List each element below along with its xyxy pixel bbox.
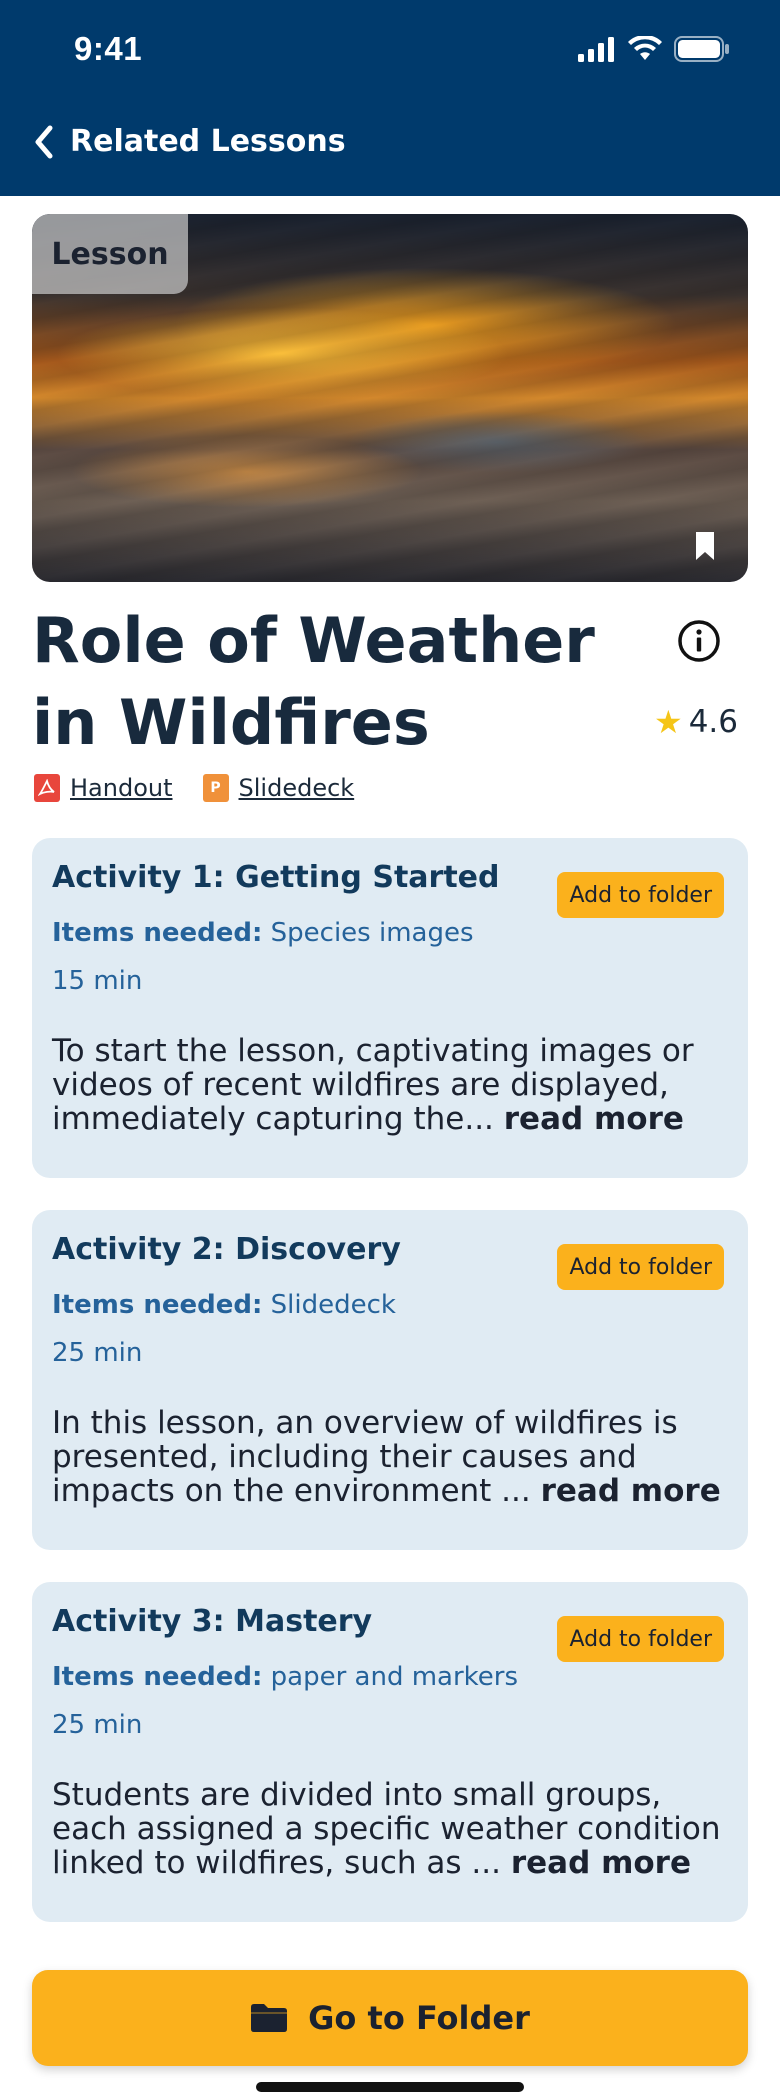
lesson-hero-image: Lesson bbox=[32, 214, 748, 582]
items-needed-value: paper and markers bbox=[270, 1662, 519, 1692]
read-more-link[interactable]: read more bbox=[511, 1845, 691, 1881]
star-icon: ★ bbox=[654, 703, 683, 741]
resource-slidedeck-link[interactable]: P Slidedeck bbox=[202, 774, 355, 802]
add-to-folder-button[interactable]: Add to folder bbox=[557, 872, 724, 918]
ppt-file-icon: P bbox=[202, 774, 229, 802]
activity-description: To start the lesson, captivating images … bbox=[52, 1034, 742, 1136]
add-to-folder-button[interactable]: Add to folder bbox=[557, 1244, 724, 1290]
wifi-icon bbox=[628, 36, 662, 60]
lesson-title: Role of Weather in Wildfires bbox=[32, 604, 595, 759]
status-icons bbox=[578, 36, 730, 62]
back-chevron-icon[interactable] bbox=[28, 122, 60, 162]
bookmark-icon[interactable] bbox=[694, 530, 716, 562]
activity-duration: 25 min bbox=[52, 1338, 143, 1368]
home-indicator[interactable] bbox=[256, 2082, 524, 2092]
activity-card: Activity 2: Discovery Add to folder Item… bbox=[32, 1210, 748, 1550]
add-to-folder-button[interactable]: Add to folder bbox=[557, 1616, 724, 1662]
activity-card: Activity 1: Getting Started Add to folde… bbox=[32, 838, 748, 1178]
read-more-link[interactable]: read more bbox=[504, 1101, 684, 1137]
activity-card: Activity 3: Mastery Add to folder Items … bbox=[32, 1582, 748, 1922]
items-needed: Items needed: Slidedeck bbox=[52, 1290, 396, 1320]
resource-label: Handout bbox=[70, 774, 173, 802]
resource-handout-link[interactable]: Handout bbox=[34, 774, 173, 802]
go-to-folder-button[interactable]: Go to Folder bbox=[32, 1970, 748, 2066]
items-needed-value: Slidedeck bbox=[270, 1290, 396, 1320]
app-header: 9:41 Related Lessons bbox=[0, 0, 780, 196]
info-icon[interactable] bbox=[676, 618, 722, 664]
activity-duration: 25 min bbox=[52, 1710, 143, 1740]
items-needed-label: Items needed: bbox=[52, 918, 263, 948]
activity-duration: 15 min bbox=[52, 966, 143, 996]
items-needed-label: Items needed: bbox=[52, 1662, 263, 1692]
lesson-type-badge: Lesson bbox=[32, 214, 188, 294]
activity-title: Activity 3: Mastery bbox=[52, 1604, 373, 1639]
status-time: 9:41 bbox=[74, 30, 143, 67]
read-more-link[interactable]: read more bbox=[541, 1473, 721, 1509]
page-title: Related Lessons bbox=[70, 124, 346, 159]
items-needed-label: Items needed: bbox=[52, 1290, 263, 1320]
pdf-file-icon bbox=[34, 774, 60, 802]
resource-links: Handout P Slidedeck bbox=[34, 774, 354, 802]
battery-icon bbox=[674, 36, 729, 62]
activity-description: Students are divided into small groups, … bbox=[52, 1778, 742, 1880]
items-needed-value: Species images bbox=[270, 918, 474, 948]
go-to-folder-label: Go to Folder bbox=[308, 1999, 530, 2037]
resource-label: Slidedeck bbox=[238, 774, 355, 802]
folder-icon bbox=[251, 2004, 288, 2032]
cellular-signal-icon bbox=[578, 37, 614, 62]
activity-title: Activity 1: Getting Started bbox=[52, 860, 500, 895]
activity-title: Activity 2: Discovery bbox=[52, 1232, 401, 1267]
rating-value: 4.6 bbox=[688, 704, 738, 740]
items-needed: Items needed: paper and markers bbox=[52, 1662, 518, 1692]
items-needed: Items needed: Species images bbox=[52, 918, 474, 948]
activity-description: In this lesson, an overview of wildfires… bbox=[52, 1406, 742, 1508]
lesson-rating: ★ 4.6 bbox=[654, 702, 738, 742]
